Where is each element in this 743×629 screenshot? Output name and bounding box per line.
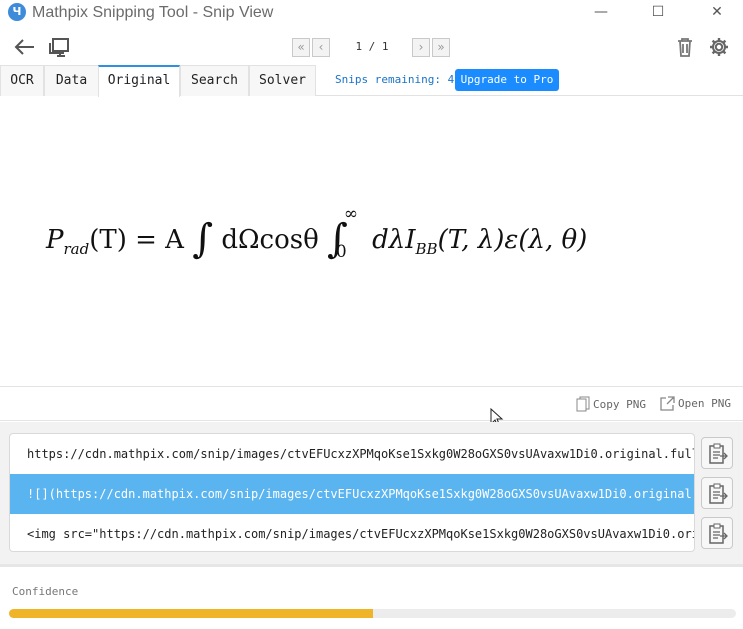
separator — [0, 564, 743, 567]
lower-limit: 0 — [335, 242, 347, 262]
clipboard-icon — [709, 523, 728, 544]
tab-search[interactable]: Search — [180, 65, 249, 96]
upgrade-button[interactable]: Upgrade to Pro — [455, 69, 559, 91]
trash-icon[interactable] — [674, 36, 698, 58]
open-png-button[interactable]: Open PNG — [660, 396, 731, 411]
copy-icon — [576, 396, 590, 412]
maximize-button[interactable]: ☐ — [635, 0, 681, 26]
copy-html-button[interactable] — [701, 517, 733, 549]
title-bar: Ч Mathpix Snipping Tool - Snip View — ☐ … — [0, 0, 743, 26]
tab-ocr[interactable]: OCR — [0, 65, 44, 96]
confidence-label: Confidence — [12, 585, 79, 598]
open-external-icon — [660, 396, 675, 411]
formula-rhs: (T, λ)ε(λ, θ) — [437, 225, 588, 255]
confidence-bar — [9, 609, 736, 618]
page-count: 1 / 1 — [355, 40, 389, 53]
snips-remaining: Snips remaining: 49 — [335, 73, 461, 86]
monitor-icon[interactable] — [48, 36, 72, 58]
toolbar: « ‹ 1 / 1 › » — [0, 28, 743, 66]
tab-data[interactable]: Data — [44, 65, 99, 96]
next-page-button[interactable]: › — [412, 38, 430, 57]
upper-limit: ∞ — [343, 204, 359, 224]
formula-lhs: (T) = A — [89, 225, 184, 255]
last-page-button[interactable]: » — [432, 38, 450, 57]
results-list: https://cdn.mathpix.com/snip/images/ctvE… — [9, 433, 695, 552]
formula-dlambda: dλI — [363, 225, 416, 255]
copy-png-label: Copy PNG — [593, 398, 646, 411]
open-png-label: Open PNG — [678, 397, 731, 410]
result-html[interactable]: <img src="https://cdn.mathpix.com/snip/i… — [10, 514, 694, 551]
copy-markdown-button[interactable] — [701, 477, 733, 509]
first-page-button[interactable]: « — [292, 38, 310, 57]
close-button[interactable]: ✕ — [694, 0, 740, 26]
window-title: Mathpix Snipping Tool - Snip View — [32, 4, 274, 21]
minimize-button[interactable]: — — [578, 0, 624, 26]
integral-limits: ∞ 0 — [336, 204, 364, 262]
copy-bar: Copy PNG Open PNG — [0, 388, 743, 421]
clipboard-icon — [709, 483, 728, 504]
clipboard-icon — [709, 443, 728, 464]
formula-p: P — [46, 225, 64, 255]
formula-image: Prad(T) = A ∫ dΩcosθ ∫ ∞ 0 dλIBB(T, λ)ε(λ,… — [46, 204, 588, 262]
result-url[interactable]: https://cdn.mathpix.com/snip/images/ctvE… — [10, 434, 694, 474]
gear-icon[interactable] — [708, 36, 732, 58]
confidence-bar-fill — [9, 609, 373, 618]
prev-page-button[interactable]: ‹ — [312, 38, 330, 57]
formula-bb: BB — [415, 240, 438, 258]
tab-solver[interactable]: Solver — [249, 65, 316, 96]
formula-mid: dΩcosθ — [213, 225, 328, 255]
copy-url-button[interactable] — [701, 437, 733, 469]
mathpix-logo-icon: Ч — [8, 3, 26, 21]
tab-original[interactable]: Original — [98, 65, 180, 97]
result-markdown[interactable]: ![](https://cdn.mathpix.com/snip/images/… — [10, 474, 694, 514]
formula-rad: rad — [63, 240, 90, 258]
back-arrow-icon[interactable] — [12, 36, 36, 58]
original-image-area: Prad(T) = A ∫ dΩcosθ ∫ ∞ 0 dλIBB(T, λ)ε(λ,… — [0, 97, 743, 387]
integral-symbol: ∫ — [192, 216, 214, 262]
copy-png-button[interactable]: Copy PNG — [576, 396, 646, 412]
